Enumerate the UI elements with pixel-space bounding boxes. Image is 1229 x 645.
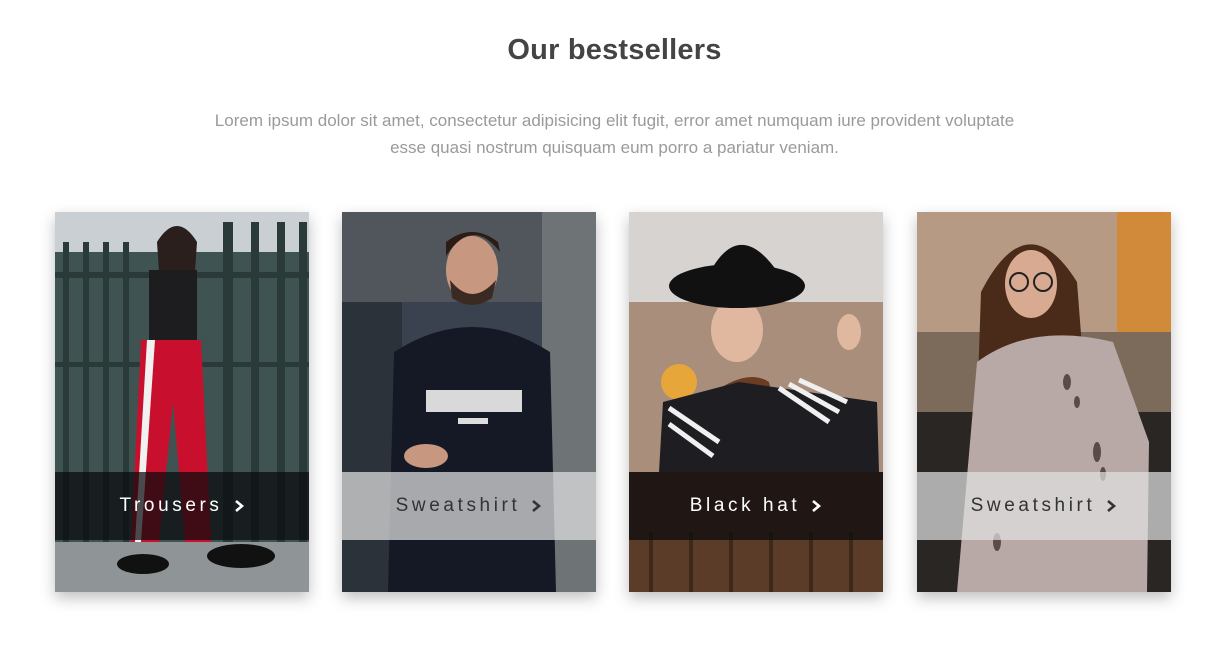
intro-line-2: esse quasi nostrum quisquam eum porro a … [390,138,839,157]
product-card-trousers[interactable]: Trousers [55,212,309,592]
product-card-sweatshirt-1[interactable]: Sweatshirt [342,212,596,592]
bestsellers-section: Our bestsellers Lorem ipsum dolor sit am… [0,0,1229,645]
product-card-sweatshirt-2[interactable]: Sweatshirt [917,212,1171,592]
product-label: Sweatshirt [395,495,521,516]
chevron-right-icon [532,500,542,512]
section-title: Our bestsellers [507,34,722,66]
card-overlay: Sweatshirt [342,472,596,540]
section-intro: Lorem ipsum dolor sit amet, consectetur … [195,107,1034,161]
card-overlay: Sweatshirt [917,472,1171,540]
card-overlay: Black hat [629,472,883,540]
product-card-black-hat[interactable]: Black hat [629,212,883,592]
intro-line-1: Lorem ipsum dolor sit amet, consectetur … [214,111,1015,130]
chevron-right-icon [234,500,244,512]
chevron-right-icon [1107,500,1117,512]
chevron-right-icon [812,500,822,512]
product-label: Trousers [119,495,223,516]
product-label: Black hat [689,495,801,516]
card-overlay: Trousers [55,472,309,540]
product-label: Sweatshirt [970,495,1096,516]
